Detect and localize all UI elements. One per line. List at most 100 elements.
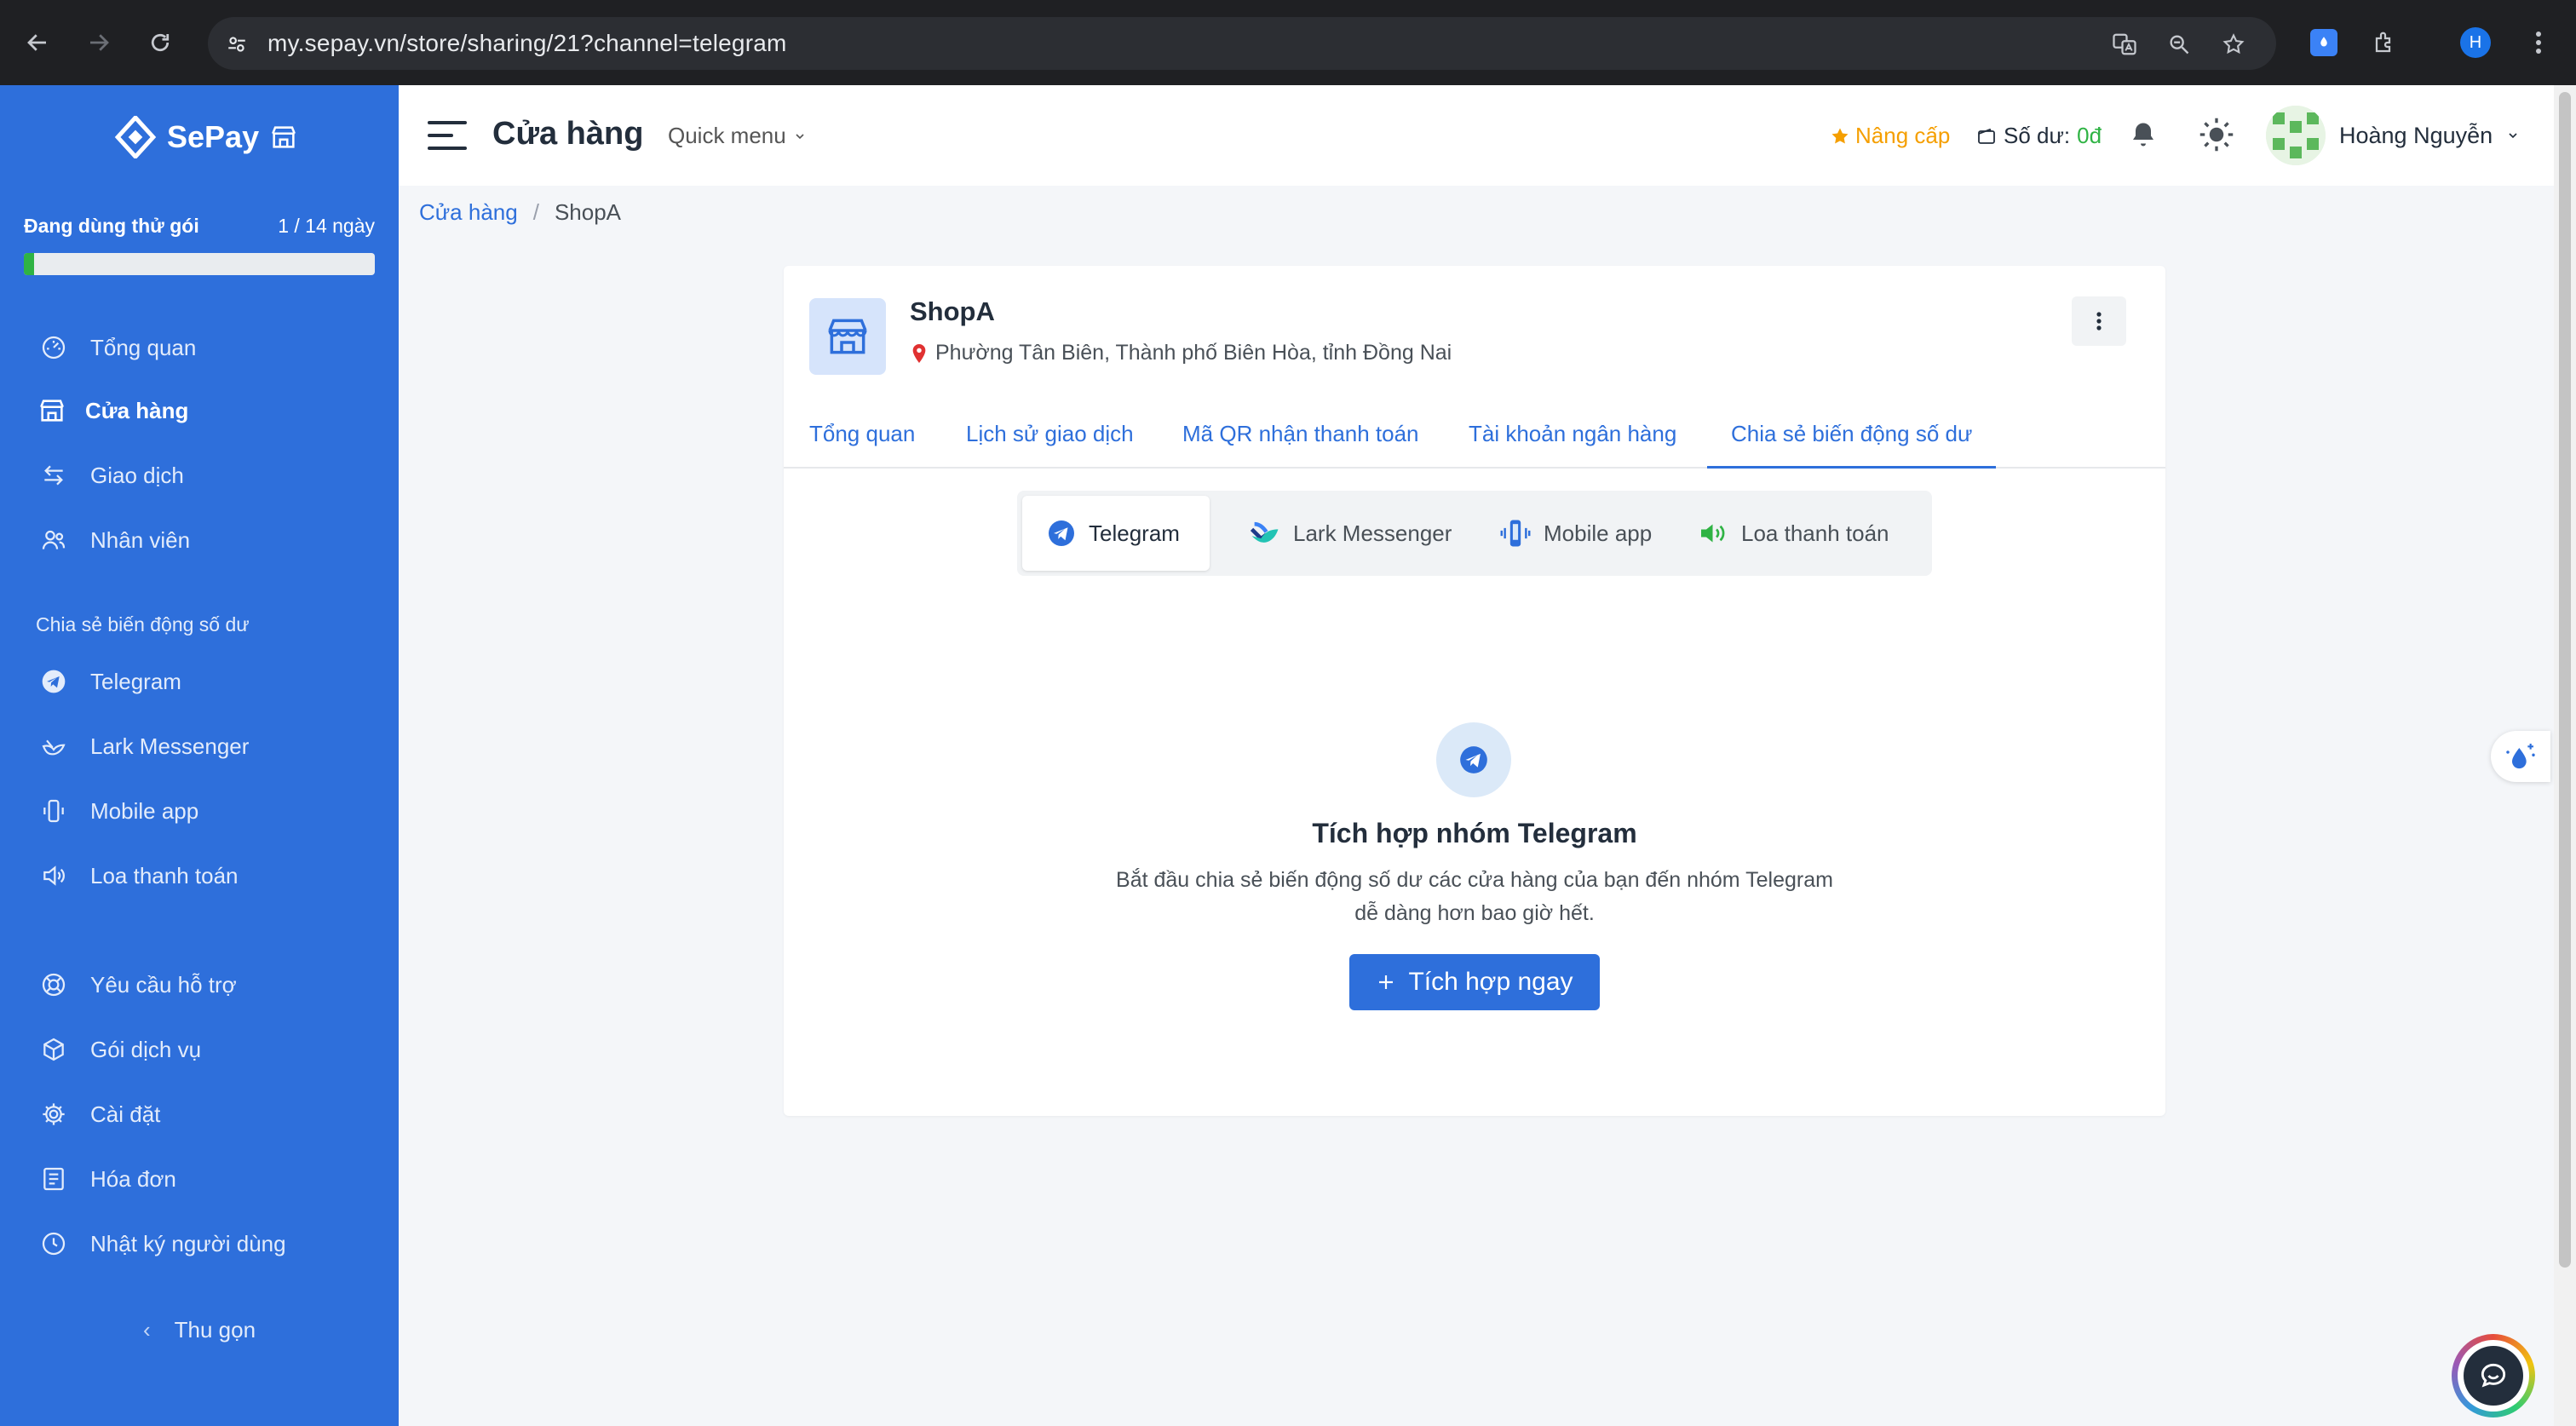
upgrade-link[interactable]: Nâng cấp <box>1830 123 1950 149</box>
back-icon[interactable] <box>17 22 58 63</box>
breadcrumb: Cửa hàng / ShopA <box>419 199 621 226</box>
integrate-now-label: Tích hợp ngay <box>1408 968 1573 996</box>
trial-progress-bar <box>24 253 375 275</box>
store-tabs: Tổng quan Lịch sử giao dịch Mã QR nhận t… <box>784 409 2165 469</box>
kebab-menu-icon <box>2096 312 2102 331</box>
sidebar-item-label: Mobile app <box>90 797 199 824</box>
sidebar-item-settings[interactable]: Cài đặt <box>0 1089 399 1140</box>
sidebar-item-activity-log[interactable]: Nhật ký người dùng <box>0 1218 399 1269</box>
sidebar-item-telegram[interactable]: Telegram <box>0 656 399 707</box>
transfer-icon <box>39 461 68 490</box>
sidebar-item-overview[interactable]: Tổng quan <box>0 322 399 373</box>
profile-initial: H <box>2460 27 2491 58</box>
breadcrumb-store-link[interactable]: Cửa hàng <box>419 199 518 226</box>
quick-menu-dropdown[interactable]: Quick menu <box>668 123 807 149</box>
avatar <box>2266 106 2326 165</box>
empty-state-desc-line: dễ dàng hơn bao giờ hết. <box>1354 901 1595 925</box>
dashboard-icon <box>39 333 68 362</box>
tab-transaction-history[interactable]: Lịch sử giao dịch <box>966 421 1134 447</box>
sidebar-item-mobile-app[interactable]: Mobile app <box>0 785 399 837</box>
brand-name: SePay <box>167 119 260 154</box>
menu-toggle-icon[interactable] <box>428 119 467 152</box>
sidebar-item-label: Loa thanh toán <box>90 862 239 888</box>
balance-value: 0đ <box>2077 123 2102 148</box>
extension-drop-icon[interactable] <box>2307 26 2341 60</box>
map-pin-icon <box>912 343 926 363</box>
drop-sparkle-icon <box>2506 744 2535 769</box>
store-address-text: Phường Tân Biên, Thành phố Biên Hòa, tỉn… <box>935 341 1452 365</box>
sidebar-item-support[interactable]: Yêu cầu hỗ trợ <box>0 959 399 1010</box>
zoom-icon[interactable] <box>2164 29 2194 60</box>
browser-menu-icon[interactable] <box>2521 26 2556 60</box>
mobile-icon <box>39 796 68 825</box>
translate-icon[interactable] <box>2109 29 2140 60</box>
trial-label: Đang dùng thử gói <box>24 215 199 237</box>
empty-state-description: Bắt đầu chia sẻ biến động số dư các cửa … <box>784 864 2165 930</box>
wallet-icon <box>1978 128 1995 144</box>
sidebar-item-transactions[interactable]: Giao dịch <box>0 450 399 501</box>
tab-bank-accounts[interactable]: Tài khoản ngân hàng <box>1469 421 1676 447</box>
reload-icon[interactable] <box>140 22 181 63</box>
sidebar-item-invoices[interactable]: Hóa đơn <box>0 1153 399 1205</box>
chevron-left-icon: ‹ <box>142 1317 151 1343</box>
sidebar-item-label: Yêu cầu hỗ trợ <box>90 971 237 998</box>
integrate-now-button[interactable]: Tích hợp ngay <box>1349 954 1600 1010</box>
sidebar-item-lark[interactable]: Lark Messenger <box>0 721 399 772</box>
sidebar-item-label: Hóa đơn <box>90 1165 176 1192</box>
chat-support-button[interactable] <box>2452 1334 2535 1417</box>
breadcrumb-separator: / <box>532 199 539 225</box>
sidebar-item-packages[interactable]: Gói dịch vụ <box>0 1024 399 1075</box>
channel-label: Loa thanh toán <box>1741 520 1889 546</box>
bookmark-star-icon[interactable] <box>2218 29 2249 60</box>
trial-progress-fill <box>24 253 35 275</box>
sidebar-item-label: Gói dịch vụ <box>90 1036 202 1062</box>
channel-label: Lark Messenger <box>1293 520 1452 546</box>
quick-menu-label: Quick menu <box>668 123 786 148</box>
more-options-button[interactable] <box>2072 296 2126 346</box>
collapse-sidebar-button[interactable]: ‹ Thu gọn <box>0 1317 399 1343</box>
telegram-icon <box>1436 722 1511 797</box>
sidebar-item-label: Tổng quan <box>90 334 197 360</box>
scrollbar-thumb[interactable] <box>2559 92 2571 1268</box>
tab-overview[interactable]: Tổng quan <box>809 421 915 447</box>
balance-display[interactable]: Số dư: 0đ <box>1976 123 2102 149</box>
notification-bell-icon[interactable] <box>2128 119 2159 150</box>
sidebar-item-store[interactable]: Cửa hàng <box>0 385 399 436</box>
tab-balance-sharing[interactable]: Chia sẻ biến động số dư <box>1707 421 1997 469</box>
lark-icon <box>39 732 68 761</box>
upgrade-label: Nâng cấp <box>1855 123 1951 148</box>
sidebar-item-label: Nhật ký người dùng <box>90 1230 286 1256</box>
top-header: Cửa hàng Quick menu Nâng cấp Số dư: 0đ Ho… <box>399 85 2554 186</box>
telegram-icon <box>39 667 68 696</box>
sepay-logo[interactable]: SePay <box>114 116 298 158</box>
floating-helper-button[interactable] <box>2491 731 2550 782</box>
chevron-down-icon <box>2509 133 2517 139</box>
theme-toggle-icon[interactable] <box>2198 116 2235 153</box>
page-scrollbar[interactable] <box>2554 85 2576 1426</box>
store-address: Phường Tân Biên, Thành phố Biên Hòa, tỉn… <box>910 341 1452 365</box>
address-bar[interactable]: my.sepay.vn/store/sharing/21?channel=tel… <box>208 17 2276 70</box>
user-menu[interactable]: Hoàng Nguyễn <box>2266 106 2520 165</box>
lark-icon <box>1250 521 1279 543</box>
channel-speaker[interactable]: Loa thanh toán <box>1675 496 1913 571</box>
channel-telegram[interactable]: Telegram <box>1022 496 1210 571</box>
browser-chrome: my.sepay.vn/store/sharing/21?channel=tel… <box>0 0 2576 85</box>
url-text[interactable]: my.sepay.vn/store/sharing/21?channel=tel… <box>267 30 787 57</box>
channel-lark[interactable]: Lark Messenger <box>1225 496 1475 571</box>
lifebuoy-icon <box>39 970 68 999</box>
sidebar-section-heading: Chia sẻ biến động số dư <box>36 613 250 635</box>
tab-payment-qr[interactable]: Mã QR nhận thanh toán <box>1182 421 1419 447</box>
empty-state-title: Tích hợp nhóm Telegram <box>1312 818 1637 848</box>
channel-mobile-app[interactable]: Mobile app <box>1475 496 1676 571</box>
forward-icon[interactable] <box>78 22 119 63</box>
site-settings-icon[interactable] <box>221 29 252 60</box>
trial-days: 1 / 14 ngày <box>278 215 375 237</box>
profile-avatar[interactable]: H <box>2458 26 2493 60</box>
sepay-logo-icon <box>114 116 157 158</box>
sidebar-item-label: Telegram <box>90 668 181 694</box>
sidebar-item-staff[interactable]: Nhân viên <box>0 515 399 566</box>
sidebar-item-label: Giao dịch <box>90 462 184 488</box>
empty-state-desc-line: Bắt đầu chia sẻ biến động số dư các cửa … <box>1116 868 1833 892</box>
extensions-puzzle-icon[interactable] <box>2368 26 2402 60</box>
sidebar-item-speaker[interactable]: Loa thanh toán <box>0 850 399 901</box>
